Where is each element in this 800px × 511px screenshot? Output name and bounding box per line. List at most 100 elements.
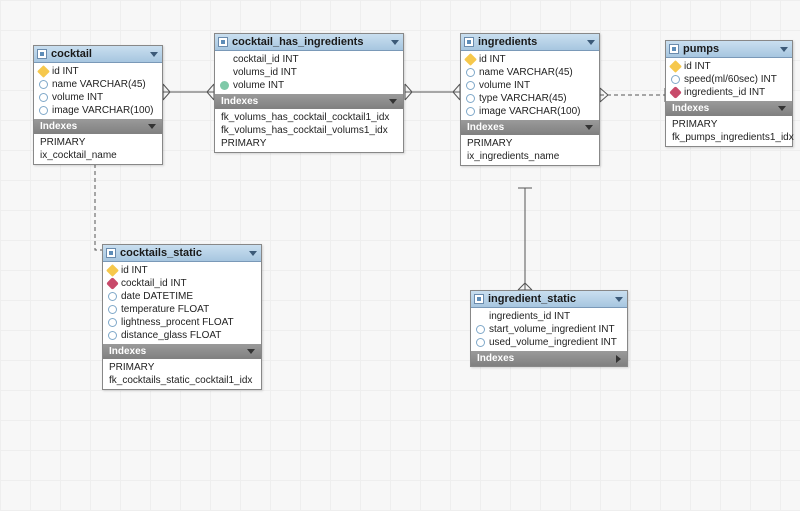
column-row: id INT [461,53,599,66]
index-row: PRIMARY [215,137,403,150]
column-row: id INT [666,60,792,73]
table-pumps[interactable]: pumps id INT speed(ml/60sec) INT ingredi… [665,40,793,147]
table-icon [474,294,484,304]
index-row: ix_ingredients_name [461,150,599,163]
key-icon [669,60,682,73]
chevron-down-icon [389,99,397,104]
table-cocktails-static[interactable]: cocktails_static id INT cocktail_id INT … [102,244,262,390]
indexes-header[interactable]: Indexes [34,119,162,134]
index-row: PRIMARY [461,137,599,150]
table-title: cocktail_has_ingredients [232,36,363,48]
column-icon [220,55,229,64]
column-icon [39,93,48,102]
table-title: cocktail [51,48,92,60]
column-row: type VARCHAR(45) [461,92,599,105]
key-icon [37,65,50,78]
indexes-list: fk_volums_has_cocktail_cocktail1_idx fk_… [215,109,403,152]
column-icon [671,75,680,84]
table-ingredient-static[interactable]: ingredient_static ingredients_id INT sta… [470,290,628,367]
indexes-list: PRIMARY fk_pumps_ingredients1_idx [666,116,792,146]
columns-list: id INT cocktail_id INT date DATETIME tem… [103,262,261,344]
column-row: temperature FLOAT [103,303,261,316]
indexes-header[interactable]: Indexes [666,101,792,116]
columns-list: cocktail_id INT volums_id INT volume INT [215,51,403,94]
index-row: fk_volums_has_cocktail_volums1_idx [215,124,403,137]
chevron-right-icon [616,355,621,363]
column-row: speed(ml/60sec) INT [666,73,792,86]
table-header[interactable]: ingredients [461,34,599,51]
column-row: cocktail_id INT [103,277,261,290]
columns-list: id INT name VARCHAR(45) volume INT image… [34,63,162,119]
indexes-list: PRIMARY fk_cocktails_static_cocktail1_id… [103,359,261,389]
columns-list: ingredients_id INT start_volume_ingredie… [471,308,627,351]
column-icon [466,107,475,116]
table-title: ingredient_static [488,293,576,305]
key-icon [464,53,477,66]
table-cocktail-has-ingredients[interactable]: cocktail_has_ingredients cocktail_id INT… [214,33,404,153]
index-row: ix_cocktail_name [34,149,162,162]
column-row: volums_id INT [215,66,403,79]
column-row: distance_glass FLOAT [103,329,261,342]
column-row: cocktail_id INT [215,53,403,66]
chevron-down-icon [247,349,255,354]
index-row: PRIMARY [666,118,792,131]
column-icon [466,68,475,77]
table-header[interactable]: pumps [666,41,792,58]
index-row: fk_pumps_ingredients1_idx [666,131,792,144]
column-icon [108,331,117,340]
column-icon [108,292,117,301]
column-row: lightness_procent FLOAT [103,316,261,329]
table-header[interactable]: cocktails_static [103,245,261,262]
indexes-header[interactable]: Indexes [461,120,599,135]
chevron-down-icon [587,40,595,45]
column-row: volume INT [215,79,403,92]
column-icon [466,94,475,103]
key-icon [106,264,119,277]
column-icon [476,312,485,321]
indexes-list: PRIMARY ix_ingredients_name [461,135,599,165]
table-ingredients[interactable]: ingredients id INT name VARCHAR(45) volu… [460,33,600,166]
column-icon [476,338,485,347]
column-row: image VARCHAR(100) [34,104,162,117]
column-icon [476,325,485,334]
column-row: id INT [103,264,261,277]
column-icon [108,305,117,314]
table-header[interactable]: cocktail_has_ingredients [215,34,403,51]
table-icon [669,44,679,54]
table-icon [106,248,116,258]
column-icon [108,318,117,327]
column-icon [39,106,48,115]
column-icon [466,81,475,90]
column-row: used_volume_ingredient INT [471,336,627,349]
column-icon [220,68,229,77]
indexes-header[interactable]: Indexes [103,344,261,359]
table-cocktail[interactable]: cocktail id INT name VARCHAR(45) volume … [33,45,163,165]
index-row: PRIMARY [103,361,261,374]
table-header[interactable]: cocktail [34,46,162,63]
column-row: start_volume_ingredient INT [471,323,627,336]
table-icon [37,49,47,59]
indexes-header[interactable]: Indexes [471,351,627,366]
column-row: name VARCHAR(45) [34,78,162,91]
column-row: name VARCHAR(45) [461,66,599,79]
chevron-down-icon [249,251,257,256]
column-icon [220,81,229,90]
table-icon [464,37,474,47]
table-title: cocktails_static [120,247,202,259]
column-row: ingredients_id INT [666,86,792,99]
chevron-down-icon [585,125,593,130]
chevron-down-icon [780,47,788,52]
chevron-down-icon [150,52,158,57]
chevron-down-icon [778,106,786,111]
chevron-down-icon [148,124,156,129]
table-header[interactable]: ingredient_static [471,291,627,308]
indexes-header[interactable]: Indexes [215,94,403,109]
columns-list: id INT name VARCHAR(45) volume INT type … [461,51,599,120]
fk-icon [106,277,119,290]
table-icon [218,37,228,47]
chevron-down-icon [615,297,623,302]
index-row: fk_volums_has_cocktail_cocktail1_idx [215,111,403,124]
column-row: volume INT [461,79,599,92]
index-row: PRIMARY [34,136,162,149]
chevron-down-icon [391,40,399,45]
